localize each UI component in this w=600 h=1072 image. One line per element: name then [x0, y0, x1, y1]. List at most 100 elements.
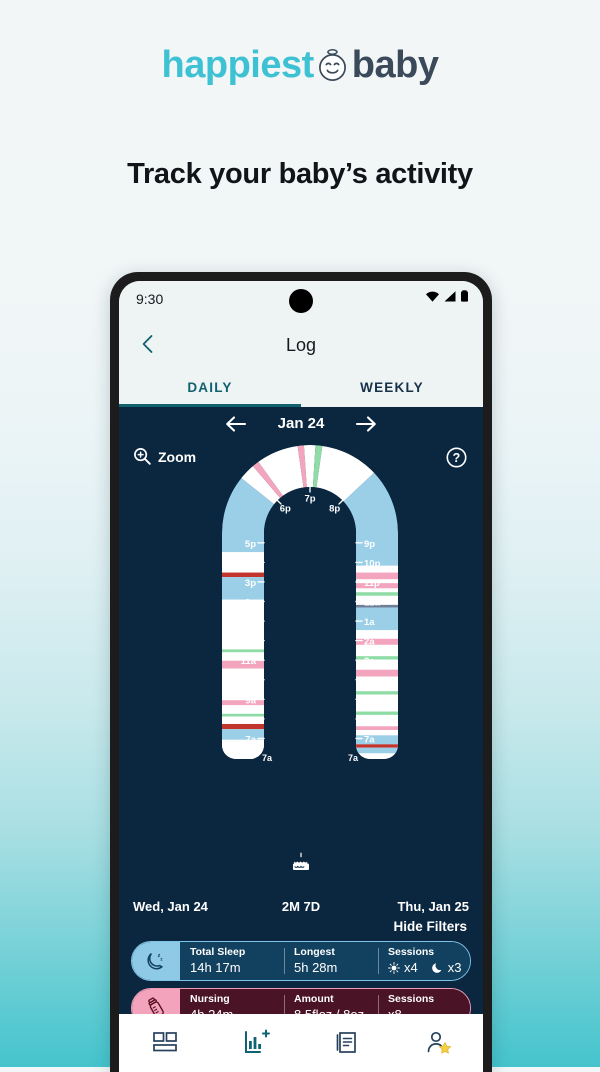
segment-nursing: [356, 638, 398, 645]
segment-awake: [222, 716, 264, 724]
status-clock: 9:30: [136, 291, 164, 307]
segment-sleep: [356, 607, 398, 631]
nav-dashboard[interactable]: [119, 1029, 210, 1057]
segment-awake: [356, 730, 398, 736]
bottom-tick-label-right: 7a: [348, 753, 359, 763]
app-bar: Log: [119, 319, 483, 371]
hour-tick-label-left: 11a: [241, 656, 257, 667]
nursing-sessions-key: Sessions: [388, 993, 435, 1005]
segment-awake: [356, 659, 398, 670]
chart-pane: Jan 24 Zoom ? 5p 9p 4p 10p 3p 11p 2p 12a…: [119, 407, 483, 917]
segment-awake: [356, 630, 398, 639]
brand-word-happiest: happiest: [161, 44, 315, 86]
segment-wake: [222, 572, 264, 578]
segment-nursing: [222, 700, 264, 706]
hour-tick-label-right: 9p: [364, 539, 375, 550]
filter-card-sleep[interactable]: z z Total Sleep 14h 17m Longest 5h 28m S…: [131, 941, 471, 981]
hour-tick-label-left: 12p: [240, 637, 257, 648]
wifi-icon: [426, 291, 439, 302]
moon-icon: [431, 962, 442, 973]
hour-tick-label-arc: 8p: [329, 504, 340, 515]
tab-weekly[interactable]: WEEKLY: [301, 371, 483, 407]
hour-tick-label-left: 8a: [245, 715, 256, 726]
birthday-cake-icon: [290, 852, 312, 879]
hour-tick-label-right: 11p: [364, 578, 380, 589]
hour-tick-label-arc: 7p: [304, 493, 315, 504]
segment-nursing: [356, 726, 398, 731]
profile-star-icon: [427, 1031, 451, 1054]
segment-diaper: [356, 656, 398, 660]
segment-awake: [222, 739, 264, 759]
next-day-button[interactable]: [355, 415, 377, 433]
sleep-night-sessions: x3: [447, 960, 462, 975]
hour-tick-label-right: 12a: [364, 598, 381, 609]
hour-tick-arc: [338, 499, 344, 505]
segment-awake: [356, 676, 398, 692]
brand-logo: happiest baby: [0, 44, 600, 93]
sleep-longest-value: 5h 28m: [294, 960, 338, 975]
bottom-tick-label-left: 7a: [262, 753, 273, 763]
segment-diaper: [356, 711, 398, 715]
bottom-navigation: [119, 1014, 483, 1072]
tab-daily[interactable]: DAILY: [119, 371, 301, 407]
sleep-total-column: Total Sleep 14h 17m: [180, 942, 284, 980]
hide-filters-button[interactable]: Hide Filters: [131, 917, 471, 941]
status-bar: 9:30: [119, 281, 483, 319]
hour-tick-label-left: 5p: [245, 539, 256, 550]
hour-tick-label-right: 4a: [364, 676, 375, 687]
sleep-sessions-column: Sessions x4 x3: [378, 942, 470, 980]
add-log-chart-icon: [244, 1029, 270, 1053]
arrow-right-icon: [355, 416, 376, 432]
sleep-total-value: 14h 17m: [190, 960, 241, 975]
arrow-left-icon: [226, 416, 247, 432]
segment-sleep: [222, 577, 264, 600]
segment-diaper: [222, 713, 264, 717]
dashboard-icon: [152, 1032, 177, 1052]
nav-articles[interactable]: [301, 1029, 392, 1057]
hour-tick-label-right: 7a: [364, 735, 375, 746]
segment-wake: [356, 744, 398, 748]
segment-diaper: [356, 592, 398, 596]
hour-tick-label-right: 5a: [364, 695, 375, 706]
hour-tick-label-left: 7a: [245, 735, 256, 746]
arch-chart-svg: 5p 9p 4p 10p 3p 11p 2p 12a 1p 1a 12p 2a 11a 3a 10a 4a 9a…: [222, 445, 398, 763]
segment-wake: [222, 723, 264, 730]
sleep-longest-key: Longest: [294, 946, 335, 958]
hour-tick-label-right: 6a: [364, 715, 375, 726]
segment-sleep: [356, 747, 398, 754]
sleep-sessions-key: Sessions: [388, 946, 435, 958]
activity-arch-timeline[interactable]: 5p 9p 4p 10p 3p 11p 2p 12a 1p 1a 12p 2a 11a 3a 10a 4a 9a…: [119, 441, 483, 789]
segment-awake: [356, 588, 398, 593]
moon-zzz-icon: z z: [132, 942, 180, 980]
hour-tick-label-right: 2a: [364, 637, 375, 648]
previous-day-button[interactable]: [225, 415, 247, 433]
brand-word-baby: baby: [351, 44, 439, 86]
segment-awake: [356, 644, 398, 657]
segment-awake: [356, 753, 398, 759]
sleep-sessions-values: x4 x3: [388, 959, 470, 976]
sleep-total-key: Total Sleep: [190, 946, 246, 958]
segment-diaper: [356, 691, 398, 695]
page-title: Log: [285, 335, 317, 355]
page-headline: Track your baby’s activity: [127, 158, 473, 190]
nav-profile[interactable]: [392, 1029, 483, 1057]
articles-icon: [336, 1032, 356, 1053]
segment-nursing: [356, 669, 398, 677]
status-system-icons: [425, 290, 469, 303]
sleep-day-sessions: x4: [404, 960, 418, 975]
sleep-longest-column: Longest 5h 28m: [284, 942, 378, 980]
filter-card-sleep-columns: Total Sleep 14h 17m Longest 5h 28m Sessi…: [180, 942, 470, 980]
hour-tick-label-right: 10p: [364, 558, 381, 569]
hour-tick-label-left: 3p: [245, 578, 256, 589]
baby-face-icon: [315, 49, 351, 93]
hour-tick-label-left: 9a: [245, 695, 256, 706]
segment-sleep: [356, 735, 398, 745]
nav-add-log[interactable]: [210, 1029, 301, 1057]
sun-icon: [388, 961, 400, 974]
front-camera-cutout: [289, 289, 313, 313]
segment-awake: [356, 694, 398, 712]
battery-icon: [461, 290, 468, 302]
hour-tick-label-left: 1p: [245, 617, 256, 628]
back-button[interactable]: [135, 331, 161, 357]
phone-screen: 9:30 Log DAILY WEEKLY Jan 24 Zoom ? 5p 9…: [119, 281, 483, 1072]
